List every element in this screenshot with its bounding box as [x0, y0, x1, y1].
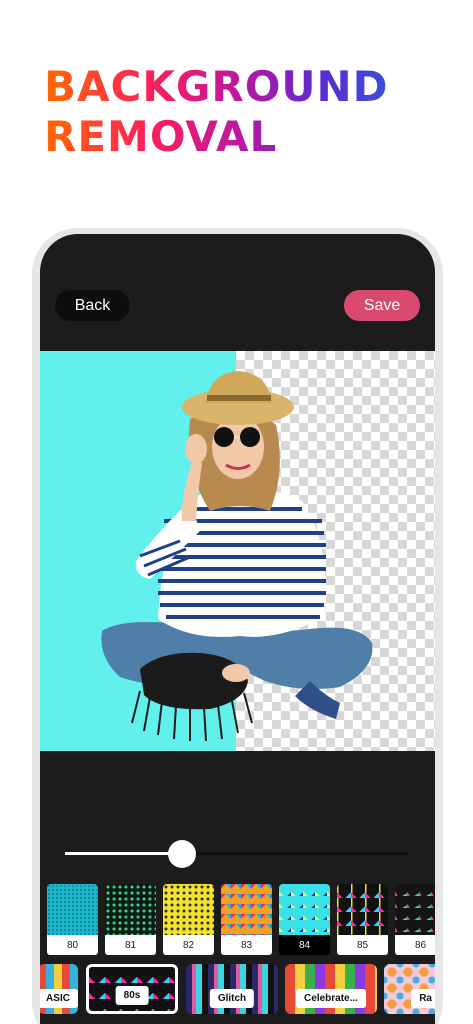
- category-80s[interactable]: 80s: [86, 964, 178, 1014]
- pattern-swatch: [337, 884, 388, 935]
- category-label: Celebrate...: [296, 989, 366, 1008]
- photo-canvas[interactable]: [40, 351, 435, 751]
- headline-line-1: BACKGROUND: [44, 62, 389, 111]
- pattern-item[interactable]: 83: [221, 884, 272, 955]
- intensity-slider[interactable]: [65, 838, 409, 870]
- pattern-swatch: [395, 884, 435, 935]
- pattern-number: 80: [47, 935, 98, 955]
- category-rainbow[interactable]: Ra: [384, 964, 435, 1014]
- pattern-swatch: [221, 884, 272, 935]
- subject-cutout: [101, 371, 373, 742]
- pattern-item[interactable]: 85: [337, 884, 388, 955]
- app-promo-page: BACKGROUND REMOVAL Back Save 80 81 82 83…: [0, 0, 473, 1024]
- back-button[interactable]: Back: [55, 290, 130, 321]
- promo-headline: BACKGROUND REMOVAL: [44, 62, 389, 162]
- pattern-number: 84: [279, 935, 330, 955]
- pattern-picker: 80 81 82 83 84 85 86: [47, 884, 435, 956]
- pattern-swatch: [279, 884, 330, 935]
- category-celebrate[interactable]: Celebrate...: [285, 964, 377, 1014]
- category-glitch[interactable]: Glitch: [186, 964, 278, 1014]
- save-button[interactable]: Save: [344, 290, 420, 321]
- category-label: 80s: [115, 986, 149, 1005]
- pattern-item[interactable]: 81: [105, 884, 156, 955]
- category-picker: ASIC 80s Glitch Celebrate... Ra: [40, 962, 435, 1018]
- pattern-swatch: [163, 884, 214, 935]
- top-bar: Back Save: [40, 234, 435, 352]
- pattern-number: 81: [105, 935, 156, 955]
- pattern-item[interactable]: 86: [395, 884, 435, 955]
- category-basic[interactable]: ASIC: [40, 964, 78, 1014]
- pattern-item[interactable]: 80: [47, 884, 98, 955]
- pattern-swatch: [47, 884, 98, 935]
- headline-line-2: REMOVAL: [44, 112, 389, 162]
- pattern-item[interactable]: 84: [279, 884, 330, 955]
- category-label: Glitch: [209, 989, 255, 1008]
- pattern-number: 82: [163, 935, 214, 955]
- slider-fill: [65, 852, 182, 855]
- category-label: ASIC: [40, 989, 78, 1008]
- editor-screen: Back Save 80 81 82 83 84 85 86 ASIC 80s …: [40, 234, 435, 1024]
- pattern-item[interactable]: 82: [163, 884, 214, 955]
- pattern-number: 86: [395, 935, 435, 955]
- pattern-number: 85: [337, 935, 388, 955]
- pattern-swatch: [105, 884, 156, 935]
- slider-thumb[interactable]: [168, 840, 196, 868]
- pattern-number: 83: [221, 935, 272, 955]
- category-label: Ra: [411, 989, 435, 1008]
